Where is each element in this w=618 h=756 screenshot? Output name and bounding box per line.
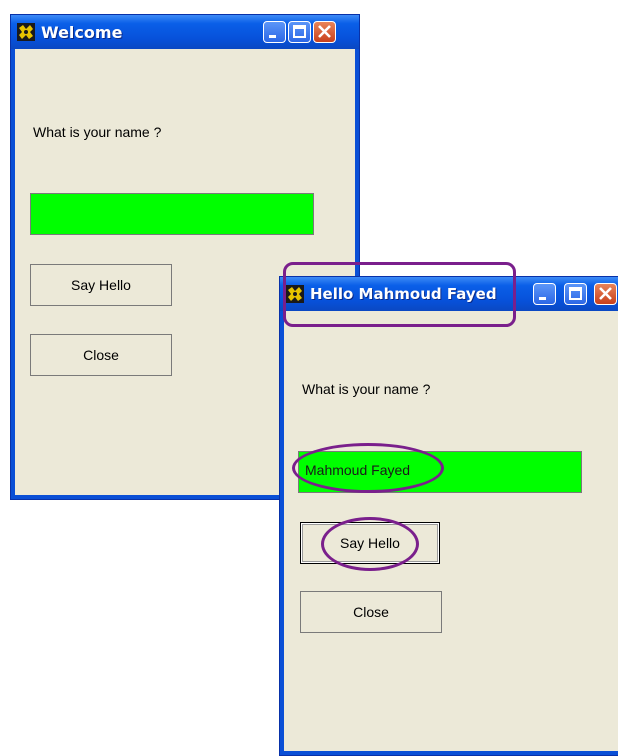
close-button[interactable]: Close [30, 334, 172, 376]
close-window-button[interactable] [594, 283, 617, 305]
minimize-button[interactable] [263, 21, 286, 43]
maximize-button[interactable] [288, 21, 311, 43]
maximize-button[interactable] [564, 283, 587, 305]
close-icon [318, 25, 331, 38]
minimize-icon [269, 35, 276, 38]
close-window-button[interactable] [313, 21, 336, 43]
name-prompt-label: What is your name ? [302, 381, 431, 397]
hello-window: Hello Mahmoud Fayed What is your name ? … [279, 276, 618, 756]
annotation-title-box [283, 262, 516, 327]
minimize-button[interactable] [533, 283, 556, 305]
say-hello-button[interactable]: Say Hello [30, 264, 172, 306]
close-button[interactable]: Close [300, 591, 442, 633]
maximize-icon [293, 25, 306, 38]
annotation-name-ellipse [292, 443, 444, 493]
name-input[interactable] [30, 193, 314, 235]
window-title: Welcome [41, 23, 123, 42]
annotation-button-ellipse [321, 517, 419, 571]
minimize-icon [539, 297, 546, 300]
name-prompt-label: What is your name ? [33, 124, 162, 140]
close-icon [599, 287, 612, 300]
welcome-titlebar[interactable]: Welcome [11, 15, 359, 49]
maximize-icon [569, 287, 582, 300]
app-icon [17, 23, 35, 41]
